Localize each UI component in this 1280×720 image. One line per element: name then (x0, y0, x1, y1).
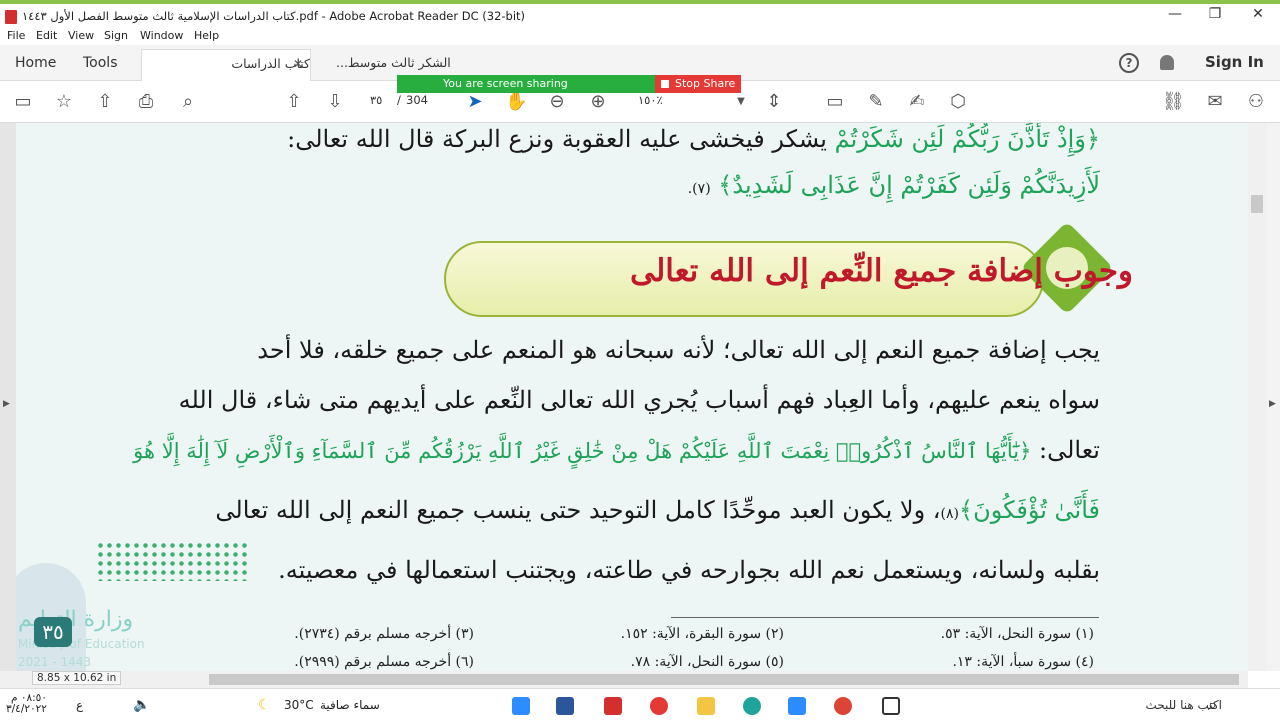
bell-icon[interactable] (1160, 55, 1174, 70)
paragraph-line-3: تعالى: ﴿يَٰٓأَيُّهَا ٱلنَّاسُ ٱذْكُرُوا۟… (133, 436, 1100, 464)
fill-sign-icon[interactable]: ⬡ (947, 91, 969, 113)
left-nav-arrow-icon[interactable]: ▶ (3, 399, 10, 409)
chrome-icon[interactable] (834, 697, 852, 715)
paragraph-line-1: يجب إضافة جميع النعم إلى الله تعالى؛ لأن… (257, 336, 1100, 364)
logo-dots (96, 541, 251, 581)
page-separator: / (397, 93, 401, 107)
screen-sharing-text: You are screen sharing (443, 77, 568, 90)
menu-help[interactable]: Help (194, 29, 219, 42)
select-cursor-icon[interactable]: ➤ (464, 91, 486, 113)
pdf-page: ﴿وَإِذْ تَأَذَّنَ رَبُّكُمْ لَئِن شَكَرْ… (16, 123, 1248, 671)
language-indicator[interactable]: ع (76, 695, 83, 715)
footnote-divider (671, 617, 1099, 618)
weather-temp[interactable]: 30°C (284, 695, 314, 715)
horizontal-scroll-thumb[interactable] (209, 674, 1239, 685)
section-heading: وجوب إضافة جميع النِّعم إلى الله تعالى (630, 253, 1133, 289)
menu-edit[interactable]: Edit (36, 29, 57, 42)
footnote-2: (٢) سورة البقرة، الآية: ١٥٢. (620, 626, 784, 642)
volume-icon[interactable]: 🔈 (133, 695, 150, 715)
acrobat-taskbar-icon[interactable] (604, 697, 622, 715)
help-icon[interactable]: ? (1119, 53, 1139, 73)
text-line-1: ﴿وَإِذْ تَأَذَّنَ رَبُّكُمْ لَئِن شَكَرْ… (287, 125, 1100, 153)
title-bar: كتاب الدراسات الإسلامية ثالث متوسط الفصل… (0, 0, 1280, 29)
upload-icon[interactable]: ⇧ (94, 91, 116, 113)
print-icon[interactable]: ⎙ (135, 91, 157, 113)
window-title: كتاب الدراسات الإسلامية ثالث متوسط الفصل… (22, 9, 526, 23)
clock: ٠٨:٥٠ م ٣/٤/٢٠٢٢ (6, 693, 47, 715)
page-total: 304 (406, 93, 428, 107)
word-icon[interactable] (556, 697, 574, 715)
menu-sign[interactable]: Sign (104, 29, 128, 42)
tab-document-label: الشكر ثالث متوسط... (336, 55, 451, 70)
highlight-icon[interactable]: ✎ (865, 91, 887, 113)
clock-date: ٣/٤/٢٠٢٢ (6, 703, 47, 715)
scroll-mode-icon[interactable]: ⇕ (763, 91, 785, 113)
tab-tools[interactable]: Tools (83, 49, 118, 81)
tab-document-active[interactable]: كتاب الدراسات الإس... ✕ (141, 49, 311, 99)
footnote-5: (٥) سورة النحل، الآية: ٧٨. (630, 654, 784, 670)
maximize-button[interactable]: ❐ (1200, 6, 1230, 22)
search-icon[interactable]: ⌕ (1208, 695, 1217, 715)
star-icon[interactable]: ☆ (53, 91, 75, 113)
menu-file[interactable]: File (7, 29, 25, 42)
ministry-watermark-year: 2021 - 1443 (18, 655, 92, 669)
paragraph-line-2: سواه ينعم عليهم، وأما العِباد فهم أسباب … (178, 386, 1100, 414)
save-icon[interactable]: ▭ (12, 91, 34, 113)
paragraph-line-4: فَأَنَّىٰ تُؤْفَكُونَ﴾(٨)، ولا يكون العب… (215, 496, 1100, 524)
task-view-icon[interactable] (882, 697, 900, 715)
weather-desc[interactable]: سماء صافية (320, 695, 380, 715)
share-link-icon[interactable]: ⛓ (1162, 91, 1185, 113)
zoom-app-icon-2[interactable] (788, 697, 806, 715)
moon-icon: ☾ (258, 697, 271, 713)
page-number: ٣٥ (34, 617, 72, 647)
record-icon[interactable] (650, 697, 668, 715)
tab-close-icon[interactable]: ✕ (293, 50, 303, 78)
menu-window[interactable]: Window (140, 29, 183, 42)
text-line-2: لَأَزِيدَنَّكُمْ وَلَئِن كَفَرْتُمْ إِنَ… (687, 171, 1100, 199)
add-user-icon[interactable]: ⚇ (1245, 91, 1267, 113)
zoom-search-icon[interactable]: ⌕ (177, 91, 199, 113)
footnote-3: (٣) أخرجه مسلم برقم (٢٧٣٤). (294, 626, 474, 642)
tab-home[interactable]: Home (15, 49, 56, 81)
acrobat-icon (5, 10, 17, 24)
zoom-level-input[interactable]: ١٥٠٪ (638, 93, 663, 107)
page-current-input[interactable]: ٣٥ (370, 93, 382, 107)
folder-icon[interactable] (697, 697, 715, 715)
zoom-dropdown-icon[interactable]: ▼ (730, 91, 752, 113)
footnote-6: (٦) أخرجه مسلم برقم (٢٩٩٩). (294, 654, 474, 670)
horizontal-scrollbar[interactable] (0, 671, 1248, 688)
stop-share-button[interactable]: Stop Share (655, 75, 741, 93)
right-nav-arrow-icon[interactable]: ▶ (1269, 399, 1276, 409)
scroll-thumb[interactable] (1251, 195, 1263, 213)
menu-view[interactable]: View (68, 29, 94, 42)
comment-icon[interactable]: ▭ (824, 91, 846, 113)
page-down-icon[interactable]: ⇩ (324, 91, 346, 113)
draw-icon[interactable]: ✍ (906, 91, 928, 113)
footnote-1: (١) سورة النحل، الآية: ٥٣. (940, 626, 1094, 642)
taskbar: ٠٨:٥٠ م ٣/٤/٢٠٢٢ ع 🔈 ☾ 30°C سماء صافية اك… (0, 688, 1280, 720)
menu-bar: File Edit View Sign Window Help (0, 29, 1280, 45)
close-button[interactable]: ✕ (1243, 6, 1273, 22)
footnote-4: (٤) سورة سبأ، الآية: ١٣. (952, 654, 1094, 670)
paragraph-line-5: بقلبه ولسانه، ويستعمل نعم الله بجوارحه ف… (278, 556, 1100, 584)
zoom-out-icon[interactable]: ⊖ (546, 91, 568, 113)
sign-in-button[interactable]: Sign In (1205, 53, 1264, 71)
vertical-scrollbar[interactable] (1248, 123, 1266, 671)
document-viewer[interactable]: ▶ ﴿وَإِذْ تَأَذَّنَ رَبُّكُمْ لَئِن شَكَ… (0, 123, 1280, 688)
edge-icon[interactable] (743, 697, 761, 715)
page-up-icon[interactable]: ⇧ (283, 91, 305, 113)
hand-icon[interactable]: ✋ (505, 91, 527, 113)
zoom-in-icon[interactable]: ⊕ (587, 91, 609, 113)
right-panel-strip: ▶ (1266, 123, 1280, 671)
email-icon[interactable]: ✉ (1204, 91, 1226, 113)
page-size-status: 8.85 x 10.62 in (32, 671, 122, 685)
taskbar-search-input[interactable]: اكتب هنا للبحث (1110, 695, 1222, 715)
zoom-app-icon[interactable] (512, 697, 530, 715)
minimize-button[interactable]: — (1160, 6, 1190, 22)
